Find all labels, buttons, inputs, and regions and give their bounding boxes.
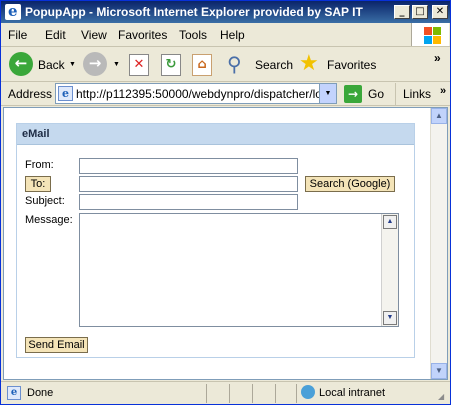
email-panel-title: eMail	[22, 128, 50, 140]
favorites-star-icon: ★	[299, 50, 319, 75]
menu-bar: File Edit View Favorites Tools Help	[1, 23, 450, 47]
stop-button[interactable]: ✕	[129, 52, 151, 78]
message-label: Message:	[25, 214, 73, 226]
menu-view[interactable]: View	[81, 28, 107, 42]
message-scroll-up-icon[interactable]: ▲	[383, 215, 397, 229]
minimize-button[interactable]: _	[394, 5, 410, 19]
scroll-down-icon[interactable]: ▼	[431, 363, 447, 379]
page-done-icon: e	[7, 386, 21, 400]
menu-help[interactable]: Help	[220, 28, 245, 42]
email-panel-header: eMail	[17, 124, 414, 145]
message-scroll-down-icon[interactable]: ▼	[383, 311, 397, 325]
ie-app-icon	[5, 2, 21, 20]
browser-window: PopupApp - Microsoft Internet Explorer p…	[0, 0, 451, 405]
title-bar: PopupApp - Microsoft Internet Explorer p…	[1, 1, 450, 23]
status-text: Done	[27, 387, 54, 399]
resize-grip-icon[interactable]: ◢	[438, 392, 448, 402]
home-button[interactable]: ⌂	[192, 52, 214, 78]
intranet-zone-icon	[301, 385, 315, 399]
address-dropdown-icon[interactable]: ▼	[319, 84, 336, 103]
home-icon: ⌂	[192, 54, 212, 76]
links-label: Links	[403, 87, 432, 101]
close-button[interactable]: ✕	[432, 5, 448, 19]
zone-text: Local intranet	[319, 387, 386, 399]
address-input[interactable]: e http://p112395:50000/webdynpro/dispatc…	[55, 83, 337, 104]
menu-file[interactable]: File	[8, 28, 27, 42]
page-scrollbar[interactable]: ▲ ▼	[430, 108, 447, 379]
to-button[interactable]: To:	[25, 176, 51, 192]
status-cell	[252, 384, 272, 403]
search-google-button[interactable]: Search (Google)	[305, 176, 395, 192]
refresh-icon: ↻	[161, 54, 181, 76]
email-panel: eMail From: To: Search (Google) Subject:…	[16, 123, 415, 358]
links-toolbar[interactable]: Links »	[395, 83, 450, 105]
status-cell	[229, 384, 249, 403]
window-title: PopupApp - Microsoft Internet Explorer p…	[25, 5, 363, 19]
menu-edit[interactable]: Edit	[45, 28, 66, 42]
status-bar: e Done Local intranet ◢	[1, 381, 450, 404]
toolbar-overflow-chevron[interactable]: »	[434, 51, 441, 65]
status-cell	[206, 384, 226, 403]
page-viewport: eMail From: To: Search (Google) Subject:…	[3, 107, 448, 380]
menu-tools[interactable]: Tools	[179, 28, 207, 42]
address-url: http://p112395:50000/webdynpro/dispatche…	[76, 87, 320, 101]
favorites-label: Favorites	[327, 58, 377, 72]
from-field[interactable]	[79, 158, 298, 174]
back-dropdown-icon[interactable]: ▼	[69, 61, 76, 68]
message-textarea[interactable]: ▲ ▼	[79, 213, 399, 327]
standard-toolbar: ← Back ▼ → ▼ ✕ ↻ ⌂ ⚲ Search ★ Favorites …	[1, 48, 450, 82]
search-icon: ⚲	[227, 54, 242, 76]
scroll-up-icon[interactable]: ▲	[431, 108, 447, 124]
to-field[interactable]	[79, 176, 298, 192]
go-arrow-icon: →	[344, 85, 362, 103]
forward-dropdown-icon[interactable]: ▼	[113, 61, 120, 68]
windows-logo-icon	[411, 23, 449, 46]
message-scrollbar[interactable]: ▲ ▼	[381, 214, 398, 326]
links-overflow-chevron[interactable]: »	[440, 85, 446, 97]
go-label: Go	[368, 87, 385, 101]
back-arrow-icon: ←	[9, 52, 33, 76]
refresh-button[interactable]: ↻	[161, 52, 183, 78]
menu-favorites[interactable]: Favorites	[118, 28, 167, 42]
search-button[interactable]: ⚲ Search	[227, 52, 293, 78]
search-label: Search	[255, 58, 294, 72]
favorites-button[interactable]: ★ Favorites	[299, 50, 379, 78]
back-button[interactable]: ← Back ▼	[9, 52, 79, 78]
page-icon: e	[58, 86, 73, 101]
forward-arrow-icon: →	[83, 52, 107, 76]
stop-icon: ✕	[129, 54, 149, 76]
address-label: Address	[8, 87, 53, 101]
from-label: From:	[25, 159, 54, 171]
subject-field[interactable]	[79, 194, 298, 210]
send-email-button[interactable]: Send Email	[25, 337, 88, 353]
maximize-button[interactable]: □	[412, 5, 428, 19]
subject-label: Subject:	[25, 195, 65, 207]
forward-button[interactable]: → ▼	[83, 52, 123, 78]
address-bar: Address e http://p112395:50000/webdynpro…	[1, 82, 450, 106]
status-cell	[275, 384, 295, 403]
back-label: Back	[38, 58, 65, 72]
